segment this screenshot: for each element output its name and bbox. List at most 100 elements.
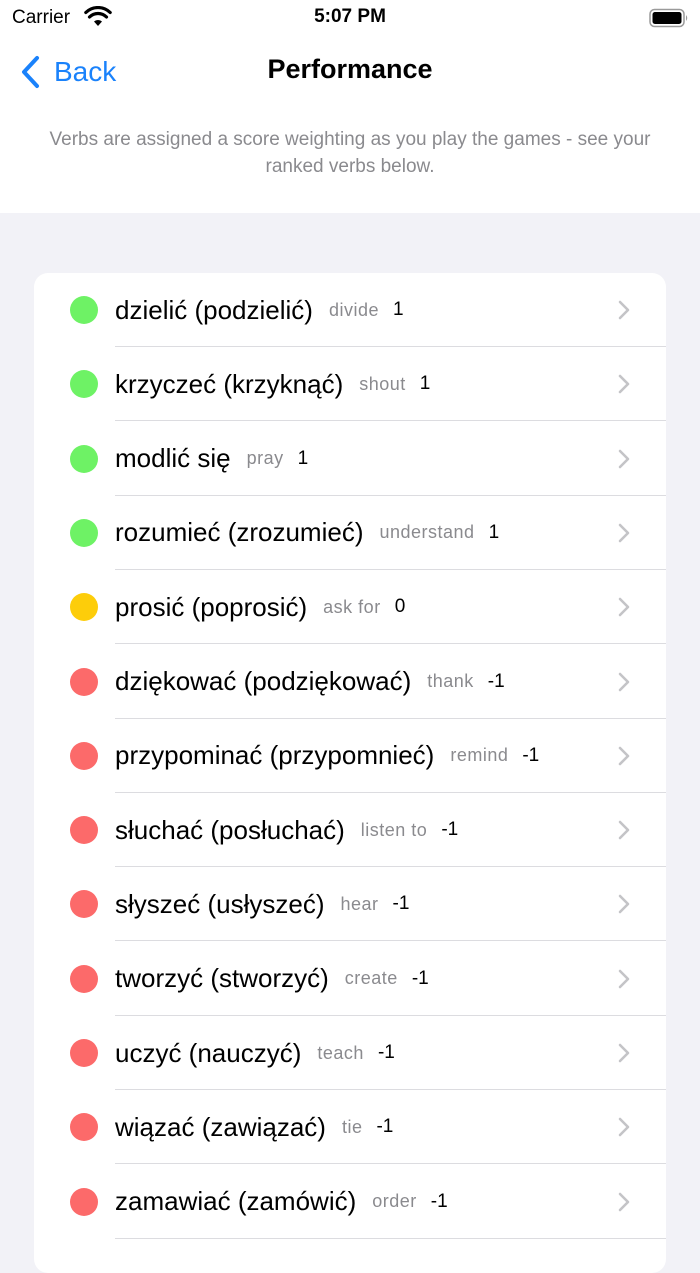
- verb-label: przypominać (przypomnieć): [115, 740, 435, 771]
- verb-score: -1: [441, 819, 459, 841]
- verb-meaning: shout: [359, 373, 406, 394]
- verb-meaning: order: [372, 1191, 417, 1212]
- verb-meaning: hear: [340, 893, 379, 914]
- verb-row[interactable]: dzielić (podzielić) divide 1: [34, 273, 666, 347]
- status-dot-negative: [70, 741, 98, 770]
- verb-row-content: słuchać (posłuchać) listen to -1: [115, 793, 606, 867]
- status-dot-negative: [70, 816, 98, 845]
- verb-score: -1: [411, 967, 429, 989]
- verb-meaning: tie: [341, 1116, 363, 1137]
- chevron-right-icon: [618, 597, 630, 617]
- verb-meaning: pray: [246, 448, 284, 469]
- verb-meaning: ask for: [323, 596, 381, 617]
- verb-meaning: create: [344, 968, 398, 989]
- verb-meaning: divide: [328, 299, 379, 320]
- verb-label: modlić się: [115, 443, 231, 474]
- verb-row-content: dzielić (podzielić) divide 1: [115, 273, 606, 347]
- verb-row-content: przypominać (przypomnieć) remind -1: [115, 719, 606, 793]
- verb-row[interactable]: wiązać (zawiązać) tie -1: [34, 1090, 666, 1165]
- verb-label: słyszeć (usłyszeć): [115, 888, 325, 919]
- status-dot-neutral: [70, 593, 98, 622]
- verb-score: -1: [487, 670, 505, 692]
- status-bar: Carrier 5:07 PM: [0, 0, 700, 40]
- verb-row[interactable]: rozumieć (zrozumieć) understand 1: [34, 496, 666, 570]
- verb-meaning: listen to: [360, 819, 428, 840]
- description-text: Verbs are assigned a score weighting as …: [49, 129, 651, 177]
- verb-row-content: prosić (poprosić) ask for 0: [115, 570, 606, 644]
- chevron-right-icon: [618, 969, 630, 988]
- verb-row-content: rozumieć (zrozumieć) understand 1: [115, 496, 606, 570]
- verb-row[interactable]: przypominać (przypomnieć) remind -1: [34, 719, 666, 793]
- verb-label: dziękować (podziękować): [115, 666, 412, 696]
- verb-row-content: uczyć (nauczyć) teach -1: [115, 1016, 606, 1090]
- verb-row-content: dziękować (podziękować) thank -1: [115, 645, 606, 719]
- chevron-right-icon: [618, 523, 630, 543]
- verb-label: rozumieć (zrozumieć): [115, 517, 364, 548]
- status-dot-negative: [70, 667, 98, 696]
- status-dot-positive: [70, 370, 98, 399]
- verb-score: 1: [488, 521, 500, 543]
- status-dot-negative: [70, 1039, 98, 1067]
- header-area: Carrier 5:07 PM Back Performance Verbs a…: [0, 0, 700, 213]
- chevron-right-icon: [618, 374, 630, 394]
- chevron-right-icon: [618, 1192, 630, 1211]
- verb-score: -1: [376, 1116, 394, 1138]
- verb-label: dzielić (podzielić): [115, 294, 313, 325]
- verb-row[interactable]: dziękować (podziękować) thank -1: [34, 645, 666, 719]
- verb-row-content: krzyczeć (krzyknąć) shout 1: [115, 347, 606, 421]
- chevron-right-icon: [618, 746, 630, 766]
- verb-row-content: słyszeć (usłyszeć) hear -1: [115, 867, 606, 941]
- verb-row[interactable]: uczyć (nauczyć) teach -1: [34, 1016, 666, 1090]
- verb-score: 1: [393, 299, 404, 320]
- chevron-right-icon: [618, 672, 630, 691]
- verb-row[interactable]: modlić się pray 1: [34, 422, 666, 496]
- page-title: Performance: [267, 54, 433, 84]
- verb-label: wiązać (zawiązać): [115, 1111, 326, 1142]
- verb-score: 1: [419, 373, 431, 395]
- row-divider: [115, 1237, 666, 1239]
- verb-row-content: tworzyć (stworzyć) create -1: [115, 942, 606, 1016]
- chevron-right-icon: [618, 300, 630, 320]
- verb-row-content: wiązać (zawiązać) tie -1: [115, 1090, 606, 1164]
- verb-meaning: teach: [317, 1042, 364, 1063]
- status-dot-negative: [70, 1187, 98, 1216]
- status-dot-negative: [70, 890, 98, 919]
- status-dot-positive: [70, 296, 98, 324]
- chevron-right-icon: [618, 1043, 630, 1063]
- verb-row[interactable]: krzyczeć (krzyknąć) shout 1: [34, 347, 666, 422]
- verb-score: -1: [392, 893, 410, 915]
- verb-label: słuchać (posłuchać): [115, 814, 345, 845]
- verb-row-content: modlić się pray 1: [115, 422, 606, 496]
- status-dot-negative: [70, 1113, 98, 1142]
- verb-meaning: remind: [450, 745, 509, 766]
- verb-row[interactable]: tworzyć (stworzyć) create -1: [34, 942, 666, 1016]
- chevron-right-icon: [618, 895, 630, 914]
- status-dot-negative: [70, 964, 98, 993]
- verb-list: dzielić (podzielić) divide 1 krzyczeć (krzy…: [34, 273, 666, 1273]
- verb-row[interactable]: słyszeć (usłyszeć) hear -1: [34, 867, 666, 942]
- status-time: 5:07 PM: [314, 6, 386, 27]
- status-dot-positive: [70, 518, 98, 547]
- verb-row-content: zamawiać (zamówić) order -1: [115, 1165, 606, 1239]
- verb-score: 1: [297, 447, 309, 469]
- verb-label: uczyć (nauczyć): [115, 1037, 302, 1068]
- chevron-right-icon: [618, 449, 630, 468]
- verb-row[interactable]: zamawiać (zamówić) order -1: [34, 1165, 666, 1239]
- status-dot-positive: [70, 444, 98, 473]
- verb-meaning: understand: [379, 522, 475, 543]
- verb-score: -1: [522, 744, 540, 766]
- verb-row[interactable]: prosić (poprosić) ask for 0: [34, 570, 666, 645]
- chevron-right-icon: [618, 820, 630, 840]
- chevron-right-icon: [618, 1117, 630, 1137]
- verb-label: zamawiać (zamówić): [115, 1186, 357, 1217]
- verb-label: krzyczeć (krzyknąć): [115, 368, 344, 399]
- navigation-bar: Back Performance: [0, 40, 700, 104]
- verb-score: -1: [430, 1190, 448, 1212]
- verb-score: 0: [394, 596, 406, 618]
- battery-icon: [649, 8, 688, 28]
- verb-meaning: thank: [427, 671, 474, 691]
- verb-label: tworzyć (stworzyć): [115, 963, 329, 994]
- verb-score: -1: [377, 1042, 395, 1063]
- verb-row[interactable]: słuchać (posłuchać) listen to -1: [34, 793, 666, 868]
- verb-label: prosić (poprosić): [115, 591, 308, 622]
